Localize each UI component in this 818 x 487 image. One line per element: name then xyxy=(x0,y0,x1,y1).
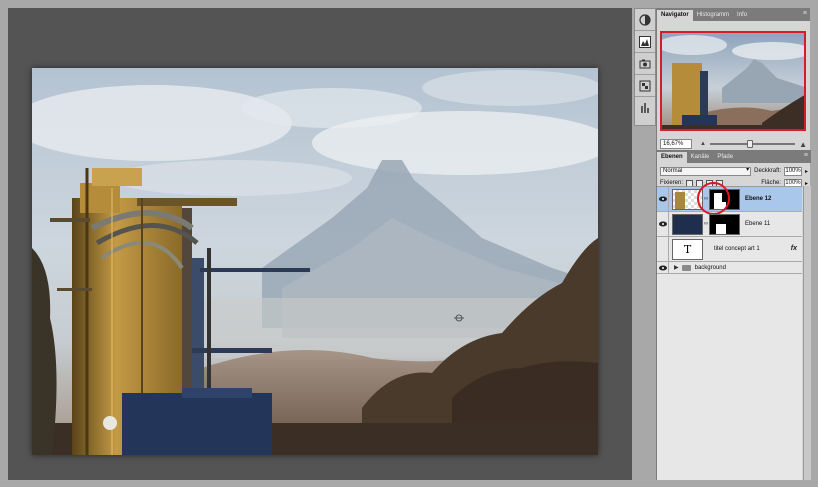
visibility-toggle[interactable] xyxy=(657,236,669,262)
layer-row-ebene-11[interactable]: ∞ Ebene 11 xyxy=(657,211,802,237)
layer-group-background[interactable]: ▶ background xyxy=(657,261,802,274)
zoom-slider[interactable]: ▲ ▲ xyxy=(700,139,807,149)
tab-histogram[interactable]: Histogramm xyxy=(693,10,733,21)
layers-panel-menu-icon[interactable]: ≡ xyxy=(804,152,808,160)
eye-icon xyxy=(658,196,667,202)
navigator-preview[interactable] xyxy=(660,31,806,131)
folder-icon xyxy=(681,264,691,271)
histogram-icon xyxy=(639,35,651,48)
layers-scrollbar[interactable] xyxy=(803,186,811,480)
tab-info[interactable]: Info xyxy=(733,10,751,21)
visibility-toggle[interactable] xyxy=(657,186,669,212)
layer-name: Ebene 12 xyxy=(745,196,772,202)
panel-dock xyxy=(634,8,656,126)
channels-icon xyxy=(641,103,649,113)
blend-opacity-row: Normal Deckkraft: 100% ▸ xyxy=(660,165,808,177)
tab-layers[interactable]: Ebenen xyxy=(657,152,687,163)
zoom-out-icon[interactable]: ▲ xyxy=(700,141,706,147)
blend-mode-select[interactable]: Normal xyxy=(660,166,752,176)
type-layer-thumbnail: T xyxy=(672,238,703,260)
layer-list: ∞ Ebene 12 ∞ Ebene 11 T titel concept ar… xyxy=(657,182,802,480)
layer-thumbnail xyxy=(672,213,703,235)
info-dock-button[interactable] xyxy=(635,53,655,75)
eye-icon xyxy=(658,221,667,227)
concept-art-image xyxy=(32,68,598,455)
eye-icon xyxy=(658,265,667,270)
layer-name: titel concept art 1 xyxy=(714,246,760,252)
expand-triangle-icon[interactable]: ▶ xyxy=(674,264,679,271)
tab-navigator[interactable]: Navigator xyxy=(657,10,693,21)
navigator-dock-button[interactable] xyxy=(635,9,655,31)
zoom-in-icon[interactable]: ▲ xyxy=(799,140,807,149)
layer-mask-thumbnail[interactable] xyxy=(709,213,740,235)
tab-channels[interactable]: Kanäle xyxy=(687,152,714,163)
annotation-circle xyxy=(697,182,730,215)
application-frame: Navigator Histogramm Info ≡ 16,67% ▲ ▲ E… xyxy=(0,0,818,487)
layer-row-titel-concept-art[interactable]: T titel concept art 1 fx xyxy=(657,236,802,262)
navigator-tabbar: Navigator Histogramm Info ≡ xyxy=(657,8,810,21)
histogram-dock-button[interactable] xyxy=(635,31,655,53)
layers-tabbar: Ebenen Kanäle Pfade ≡ xyxy=(657,150,811,163)
zoom-track[interactable] xyxy=(709,140,796,148)
navigator-thumbnail-image xyxy=(662,33,804,129)
layers-icon xyxy=(639,80,651,91)
opacity-field[interactable]: 100% xyxy=(784,166,802,176)
panels-column: Navigator Histogramm Info ≡ 16,67% ▲ ▲ E… xyxy=(656,8,811,480)
zoom-value-field[interactable]: 16,67% xyxy=(660,139,692,149)
panel-menu-icon[interactable]: ≡ xyxy=(803,10,807,18)
opacity-arrow-icon[interactable]: ▸ xyxy=(805,168,808,175)
channels-dock-button[interactable] xyxy=(635,97,655,119)
navigator-icon xyxy=(639,13,651,26)
document-canvas[interactable] xyxy=(32,68,598,455)
workspace xyxy=(8,8,632,480)
layers-panel: Ebenen Kanäle Pfade ≡ Normal Deckkraft: … xyxy=(657,150,811,480)
visibility-toggle[interactable] xyxy=(657,211,669,237)
zoom-thumb[interactable] xyxy=(747,140,754,148)
layer-name: Ebene 11 xyxy=(745,221,771,227)
info-icon xyxy=(639,59,651,68)
tab-paths[interactable]: Pfade xyxy=(713,152,737,163)
opacity-label: Deckkraft: xyxy=(754,168,782,174)
layer-name: background xyxy=(694,264,726,271)
fx-icon[interactable]: fx xyxy=(791,245,797,252)
layers-dock-button[interactable] xyxy=(635,75,655,97)
visibility-toggle[interactable] xyxy=(657,261,669,274)
layer-row-ebene-12[interactable]: ∞ Ebene 12 xyxy=(657,182,802,215)
